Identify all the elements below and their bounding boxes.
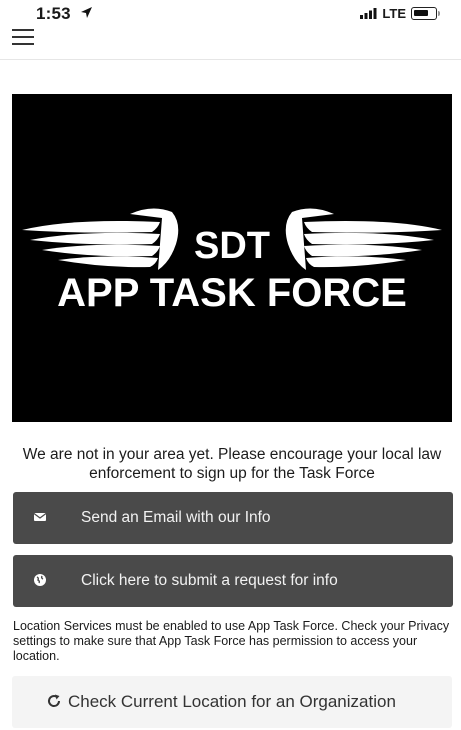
refresh-icon bbox=[48, 694, 61, 707]
header-divider bbox=[0, 59, 461, 60]
status-bar: 1:53 LTE bbox=[0, 0, 461, 24]
area-unavailable-message: We are not in your area yet. Please enco… bbox=[22, 446, 442, 482]
app-logo-banner: SDT APP TASK FORCE bbox=[12, 94, 452, 422]
wings-logo: SDT APP TASK FORCE bbox=[22, 208, 442, 315]
submit-request-button[interactable]: Click here to submit a request for info bbox=[13, 555, 453, 607]
submit-request-label: Click here to submit a request for info bbox=[81, 572, 338, 589]
check-location-button[interactable]: Check Current Location for an Organizati… bbox=[12, 676, 452, 728]
status-indicators: LTE bbox=[360, 6, 440, 21]
hamburger-icon[interactable] bbox=[12, 29, 34, 45]
logo-text-top: SDT bbox=[194, 225, 270, 267]
send-email-button[interactable]: Send an Email with our Info bbox=[13, 492, 453, 544]
left-wing-icon bbox=[22, 208, 179, 270]
send-email-label: Send an Email with our Info bbox=[81, 509, 271, 526]
signal-icon bbox=[360, 8, 377, 19]
check-location-label: Check Current Location for an Organizati… bbox=[68, 692, 396, 711]
envelope-icon bbox=[33, 513, 47, 521]
right-wing-icon bbox=[285, 208, 442, 270]
globe-icon bbox=[34, 574, 46, 586]
location-services-notice: Location Services must be enabled to use… bbox=[13, 619, 450, 663]
status-carrier: LTE bbox=[382, 6, 406, 21]
battery-icon bbox=[411, 7, 440, 20]
logo-text-bottom: APP TASK FORCE bbox=[57, 271, 407, 315]
status-time: 1:53 bbox=[36, 4, 71, 23]
location-arrow-icon bbox=[81, 7, 92, 18]
